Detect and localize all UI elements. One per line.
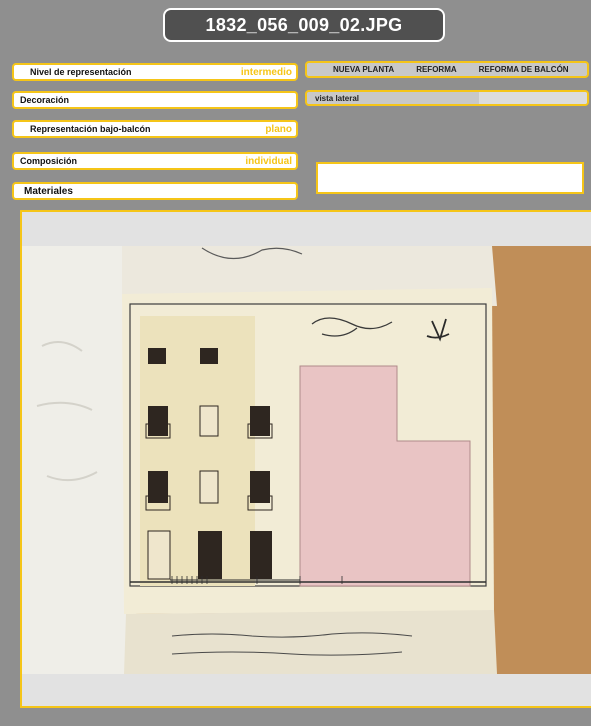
materiales-field[interactable]: Materiales [12, 182, 298, 200]
composicion-label: Composición [20, 156, 78, 166]
image-filename-title: 1832_056_009_02.JPG [163, 8, 445, 42]
notes-box[interactable] [316, 162, 584, 194]
architectural-drawing-icon [22, 246, 591, 674]
vista-label: vista lateral [315, 93, 360, 103]
vista-value-area [479, 92, 587, 104]
nivel-representacion-value: intermedio [240, 66, 292, 78]
nivel-representacion-label: Nivel de representación [30, 67, 132, 77]
image-viewer [20, 210, 591, 708]
materiales-label: Materiales [24, 185, 73, 197]
representacion-bajo-balcon-label: Representación bajo-balcón [30, 124, 151, 134]
decoracion-field[interactable]: Decoración [12, 91, 298, 109]
tipo-obra-tag-bar: NUEVA PLANTA REFORMA REFORMA DE BALCÓN [305, 61, 589, 78]
tag-reforma[interactable]: REFORMA [416, 65, 456, 74]
nivel-representacion-field[interactable]: Nivel de representación intermedio [12, 63, 298, 81]
representacion-bajo-balcon-value: plano [265, 123, 292, 135]
vista-field[interactable]: vista lateral [305, 90, 589, 106]
representacion-bajo-balcon-field[interactable]: Representación bajo-balcón plano [12, 120, 298, 138]
composicion-field[interactable]: Composición individual [12, 152, 298, 170]
tag-reforma-balcon[interactable]: REFORMA DE BALCÓN [479, 65, 569, 74]
decoracion-label: Decoración [20, 95, 70, 105]
architectural-drawing-photo [22, 246, 591, 674]
tag-nueva-planta[interactable]: NUEVA PLANTA [333, 65, 394, 74]
composicion-value: individual [245, 155, 292, 167]
